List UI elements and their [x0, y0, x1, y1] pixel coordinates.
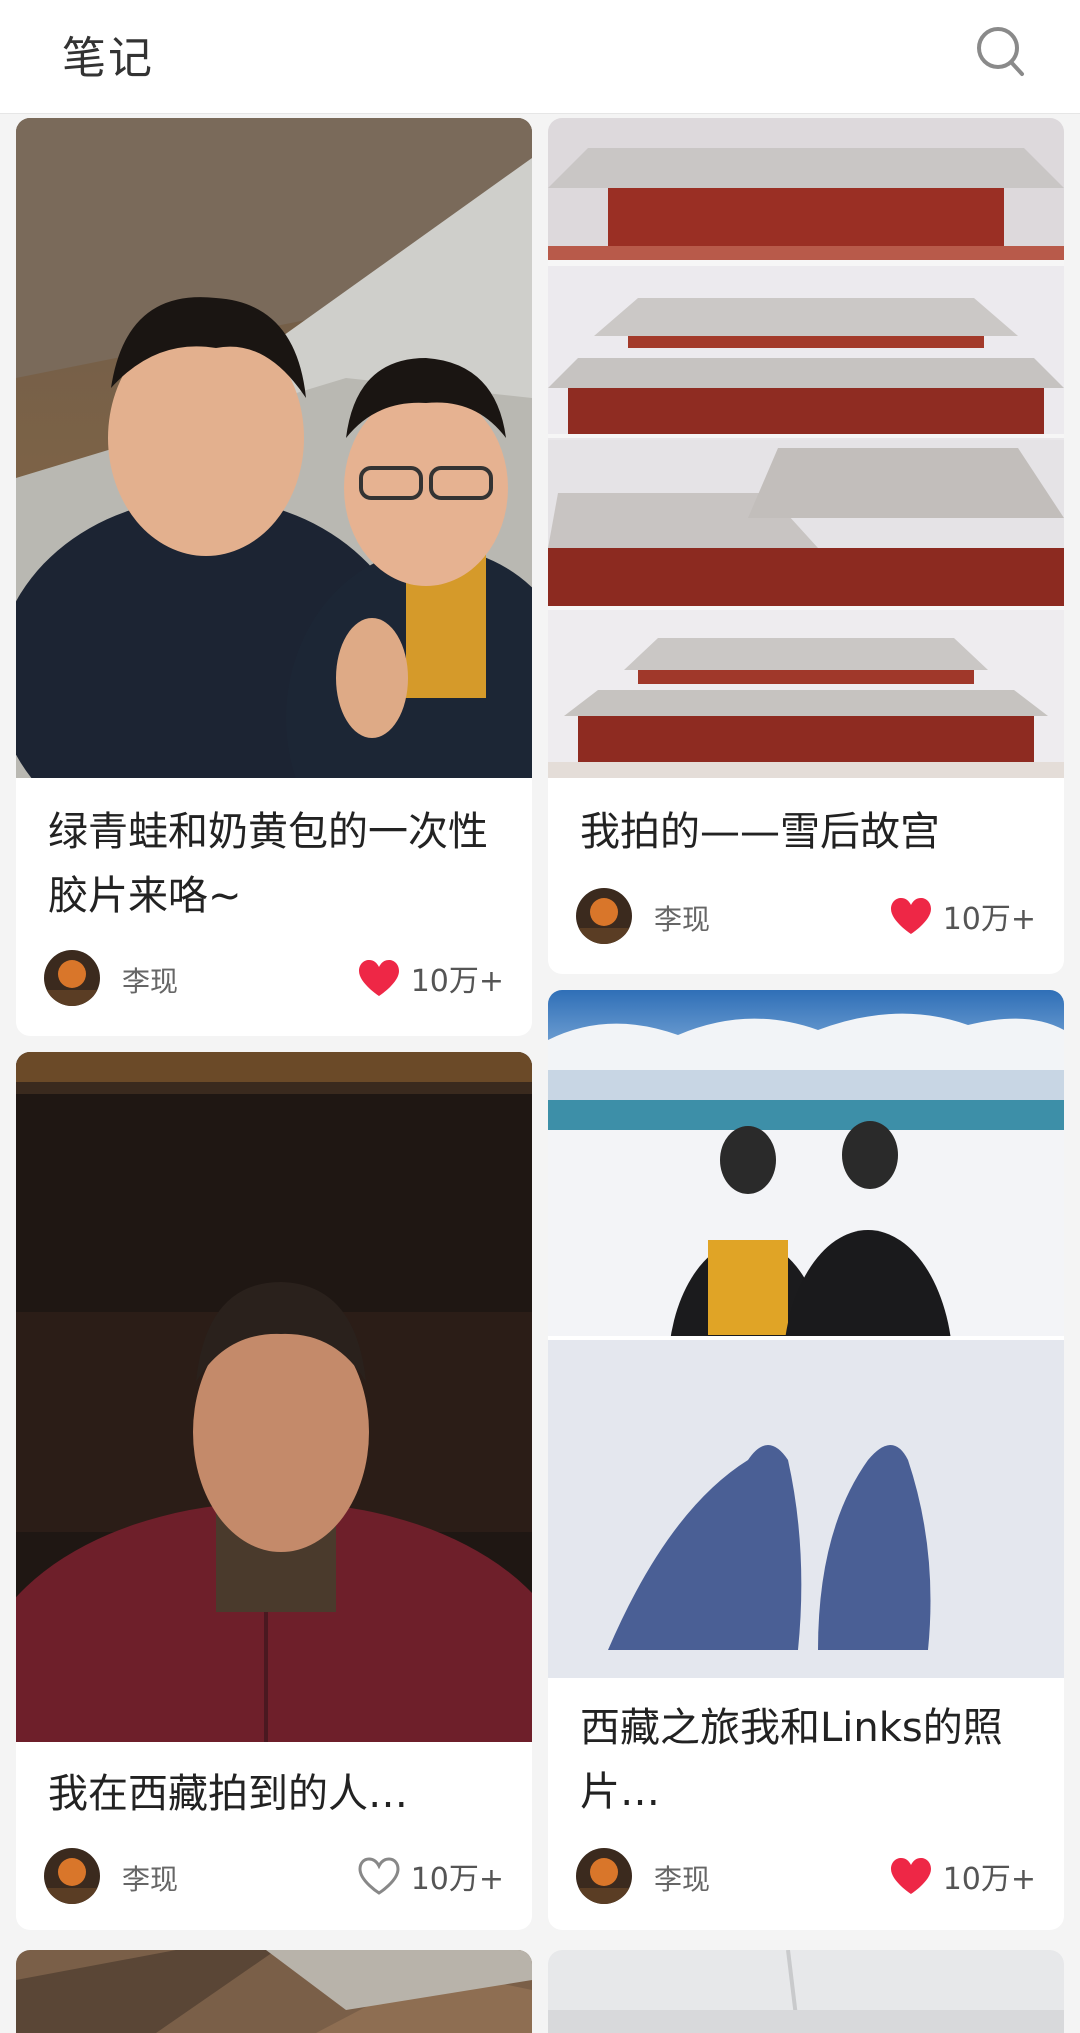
- note-title: 西藏之旅我和Links的照片…: [580, 1705, 1003, 1815]
- like-button[interactable]: 10万+: [357, 1848, 504, 1904]
- note-meta: 李现 10万+: [576, 1848, 1036, 1904]
- note-cover-image: [16, 1950, 532, 2033]
- heart-filled-icon: [890, 898, 931, 934]
- author-name[interactable]: 李现: [654, 898, 710, 938]
- heart-filled-icon: [890, 1858, 931, 1894]
- like-button[interactable]: 10万+: [889, 888, 1036, 944]
- author-name[interactable]: 李现: [122, 1858, 178, 1898]
- avatar[interactable]: [576, 888, 632, 944]
- note-cover-image: [16, 118, 532, 778]
- like-button[interactable]: 10万+: [357, 950, 504, 1006]
- heart-filled-icon: [358, 960, 399, 996]
- like-count: 10万+: [942, 1862, 1036, 1897]
- top-bar: 笔记: [0, 0, 1080, 114]
- note-card-partial[interactable]: [16, 1950, 532, 2033]
- note-title: 我在西藏拍到的人…: [48, 1771, 408, 1817]
- avatar[interactable]: [44, 950, 100, 1006]
- search-icon[interactable]: [974, 22, 1026, 82]
- page-title: 笔记: [62, 33, 154, 84]
- like-count: 10万+: [942, 902, 1036, 937]
- note-meta: 李现 10万+: [44, 1848, 504, 1904]
- note-title: 我拍的——雪后故宫: [580, 809, 940, 855]
- note-meta: 李现 10万+: [576, 888, 1036, 944]
- note-cover-image: [548, 118, 1064, 778]
- note-title: 绿青蛙和奶黄包的一次性胶片来咯~: [48, 809, 488, 919]
- heart-outline-icon: [358, 1857, 400, 1895]
- note-cover-image: [548, 1950, 1064, 2033]
- note-card[interactable]: 绿青蛙和奶黄包的一次性胶片来咯~ 李现 10万+: [16, 118, 532, 1036]
- like-count: 10万+: [410, 964, 504, 999]
- like-count: 10万+: [410, 1862, 504, 1897]
- note-card[interactable]: 西藏之旅我和Links的照片… 李现 10万+: [548, 990, 1064, 1930]
- note-cover-image: [548, 990, 1064, 1678]
- note-meta: 李现 10万+: [44, 950, 504, 1006]
- avatar[interactable]: [44, 1848, 100, 1904]
- author-name[interactable]: 李现: [122, 960, 178, 1000]
- note-card[interactable]: 我拍的——雪后故宫 李现 10万+: [548, 118, 1064, 974]
- avatar[interactable]: [576, 1848, 632, 1904]
- like-button[interactable]: 10万+: [889, 1848, 1036, 1904]
- author-name[interactable]: 李现: [654, 1858, 710, 1898]
- note-card-partial[interactable]: [548, 1950, 1064, 2033]
- note-card[interactable]: 我在西藏拍到的人… 李现 10万+: [16, 1052, 532, 1930]
- note-cover-image: [16, 1052, 532, 1742]
